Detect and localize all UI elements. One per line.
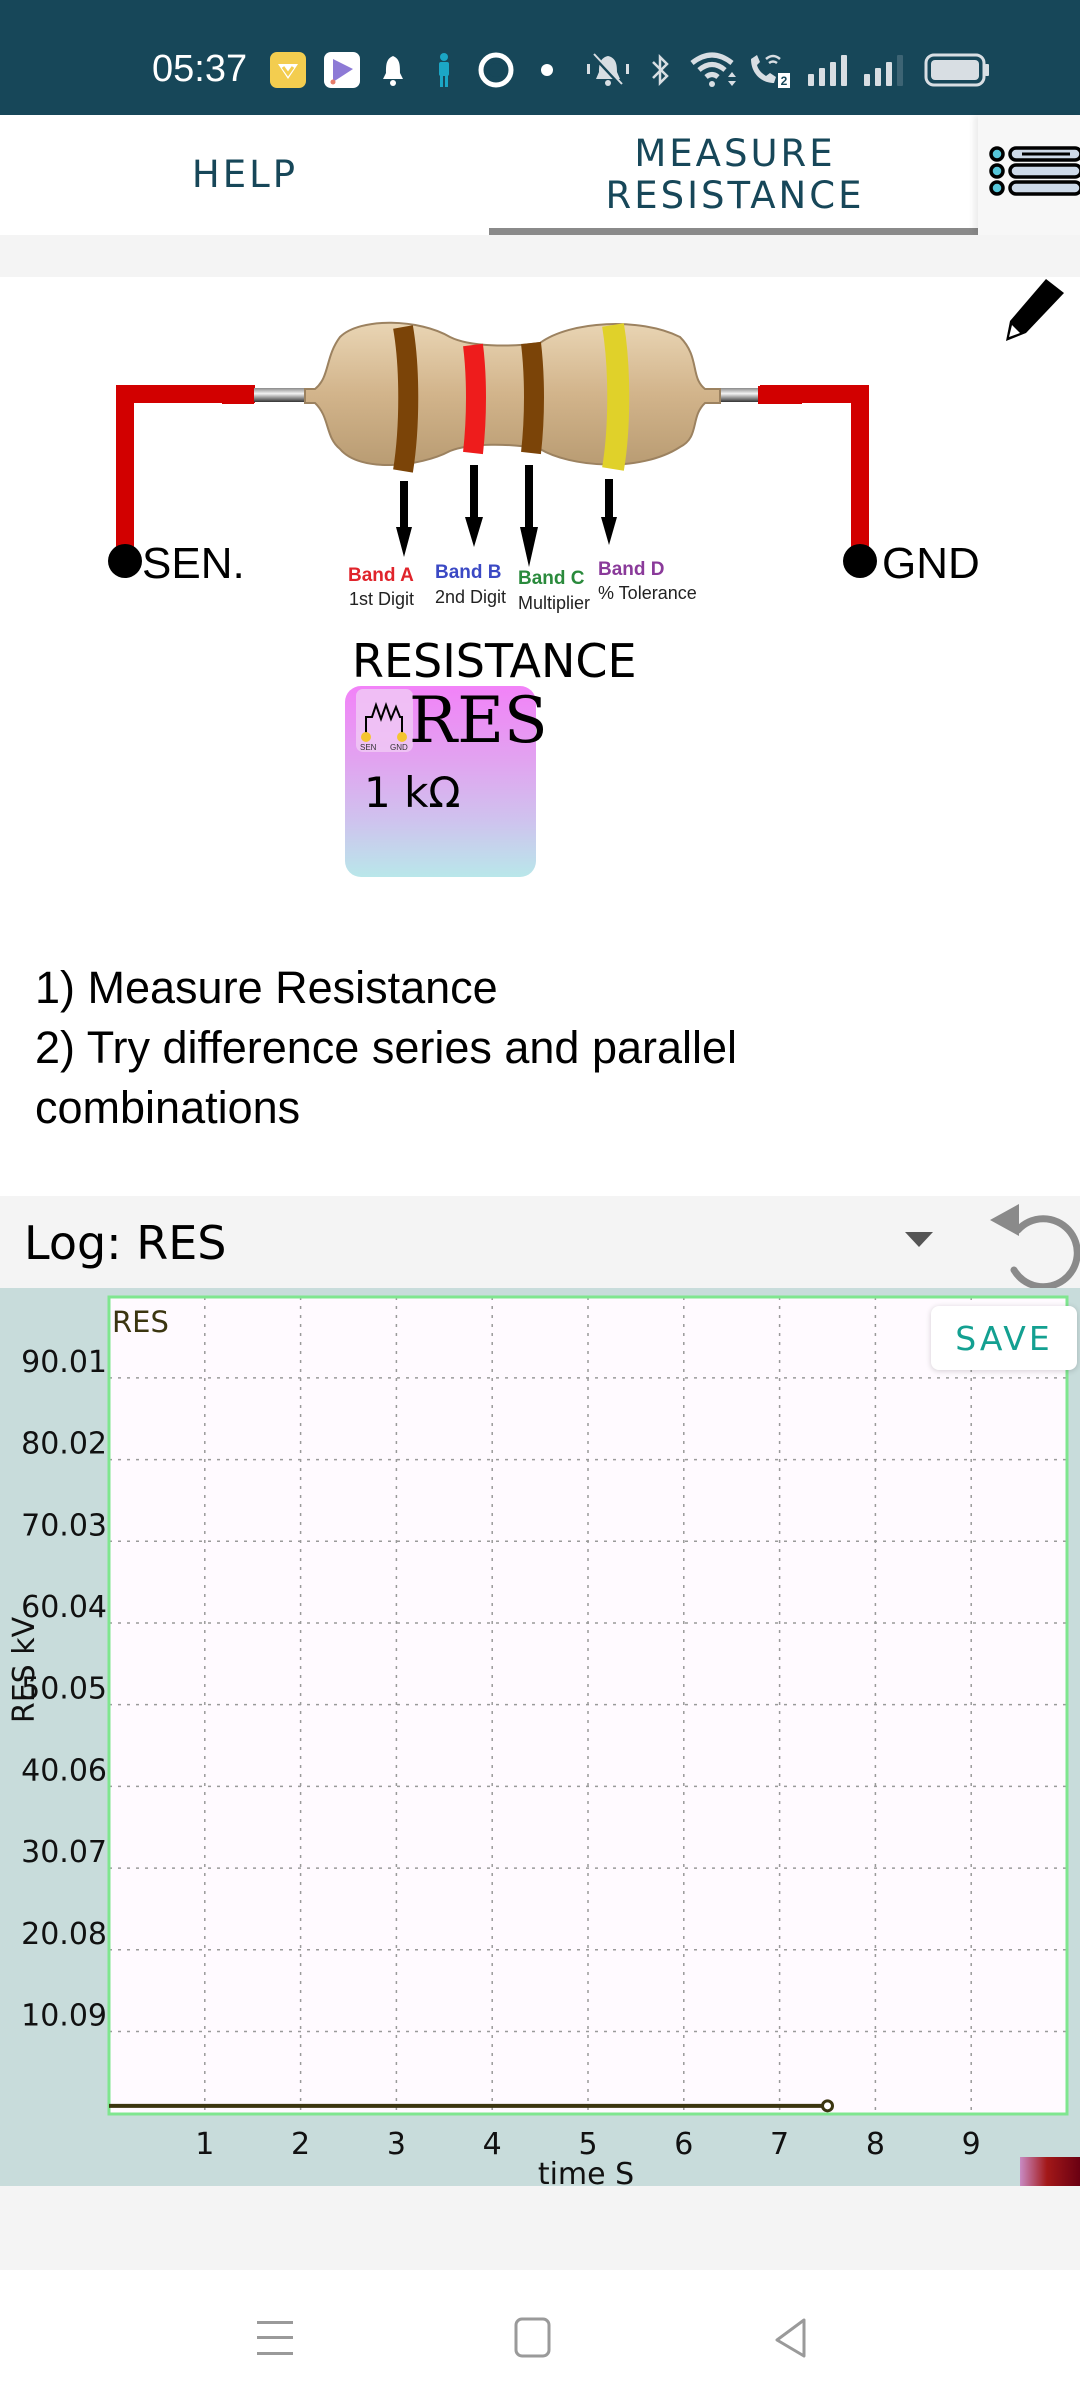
log-selector-label: Log: RES: [24, 1216, 227, 1270]
x-tick-label: 3: [387, 2127, 406, 2162]
y-tick-label: 10.09: [21, 1998, 107, 2033]
battery-icon: [924, 52, 990, 88]
y-tick-label: 80.02: [21, 1427, 107, 1462]
svg-text:SEN: SEN: [360, 743, 377, 752]
chart-panel: 1 2 3 4 5 6 7 8 9 10.09 20.08 30.07 40.06 50.05 60.04 7…: [0, 1288, 1080, 2186]
svg-text:GND: GND: [390, 743, 408, 752]
status-time: 05:37: [152, 48, 248, 90]
x-tick-label: 9: [962, 2127, 981, 2162]
home-icon: [514, 2317, 551, 2358]
vibrate-mute-icon: [584, 52, 632, 88]
bell-icon: [380, 52, 406, 88]
instructions: 1) Measure Resistance 2) Try difference …: [35, 958, 1035, 1138]
sensor-name: RES: [409, 684, 548, 758]
gnd-terminal-label: GND: [882, 539, 980, 588]
x-tick-label: 7: [770, 2127, 789, 2162]
band-c-title: Band C: [518, 568, 585, 589]
app-notification-v-icon: [270, 52, 306, 88]
x-tick-label: 6: [674, 2127, 693, 2162]
back-icon: [775, 2318, 806, 2358]
band-d-title: Band D: [598, 559, 665, 580]
instruction-item: 2) Try difference series and parallel co…: [35, 1022, 738, 1133]
resistor-body: [304, 321, 721, 466]
x-tick-label: 4: [483, 2127, 502, 2162]
y-tick-label: 70.03: [21, 1508, 107, 1543]
save-button[interactable]: SAVE: [931, 1306, 1077, 1370]
tab-measure-label-line1: MEASURE: [634, 132, 836, 175]
recent-apps-button[interactable]: [235, 2298, 315, 2378]
refresh-button[interactable]: [988, 1194, 1080, 1291]
right-wire: [760, 385, 869, 565]
bluetooth-icon: [648, 52, 672, 88]
band-a: [393, 325, 419, 473]
band-b-title: Band B: [435, 562, 502, 583]
tab-help[interactable]: HELP: [0, 115, 490, 235]
tab-measure-resistance[interactable]: MEASURE RESISTANCE: [490, 115, 980, 235]
app-notification-kite-icon: [324, 52, 360, 88]
band-d: [602, 323, 630, 471]
band-a-subtitle: 1st Digit: [349, 589, 415, 609]
person-icon: [434, 52, 454, 88]
instruction-item: 1) Measure Resistance: [35, 962, 498, 1013]
series-color-swatch[interactable]: [1020, 2157, 1080, 2186]
status-bar: 05:37 2: [0, 0, 1080, 115]
x-axis-label: time S: [538, 2157, 634, 2186]
band-a-title: Band A: [348, 565, 414, 586]
gnd-terminal-dot: [843, 544, 877, 578]
tab-bar: HELP MEASURE RESISTANCE: [0, 115, 1080, 235]
tab-help-label: HELP: [191, 153, 299, 196]
y-tick-label: 30.07: [21, 1835, 107, 1870]
selected-tab-indicator: [489, 228, 978, 235]
y-axis-label: RES kV: [7, 1616, 42, 1723]
band-c-subtitle: Multiplier: [518, 593, 591, 613]
sensor-value: 1 kΩ: [364, 768, 461, 817]
y-tick-label: 20.08: [21, 1917, 107, 1952]
back-button[interactable]: [751, 2298, 831, 2378]
band-b: [463, 343, 486, 455]
wifi-icon: [690, 52, 738, 88]
series-point: [821, 2099, 834, 2113]
log-selector[interactable]: Log: RES: [0, 1196, 1080, 1288]
signal-sim2-icon: [862, 52, 906, 88]
recent-apps-icon: [257, 2321, 293, 2355]
x-tick-label: 1: [195, 2127, 214, 2162]
legend-label: RES: [112, 1305, 169, 1339]
menu-button[interactable]: [978, 115, 1080, 235]
band-b-subtitle: 2nd Digit: [435, 587, 507, 607]
ring-app-icon: [478, 52, 514, 88]
sen-terminal-dot: [108, 544, 142, 578]
home-button[interactable]: [493, 2298, 573, 2378]
list-menu-icon: [989, 146, 1080, 196]
refresh-icon: [990, 1204, 1080, 1291]
tab-content-divider: [0, 235, 1080, 277]
chevron-down-icon[interactable]: [905, 1232, 933, 1247]
sensor-card[interactable]: SEN GND RES 1 kΩ: [345, 684, 548, 877]
x-tick-label: 2: [291, 2127, 310, 2162]
chart[interactable]: 1 2 3 4 5 6 7 8 910.0920.0830.0740.0650.0560.047…: [0, 1288, 1080, 2186]
resistor-sensor-icon: SEN GND: [356, 689, 413, 752]
y-tick-label: 40.06: [21, 1753, 107, 1788]
band-d-subtitle: % Tolerance: [598, 583, 697, 603]
sensor-title: RESISTANCE: [352, 634, 637, 688]
bottom-spacer: [0, 2186, 1080, 2270]
dot-icon: [540, 52, 554, 88]
x-tick-label: 8: [866, 2127, 885, 2162]
resistor-diagram: SEN. GND Band A 1st Digit Band B 2nd Dig…: [0, 277, 1080, 877]
band-c: [521, 341, 544, 455]
tab-measure-label-line2: RESISTANCE: [605, 174, 865, 217]
svg-text:2: 2: [781, 74, 788, 88]
navigation-bar: [0, 2270, 1080, 2400]
sen-terminal-label: SEN.: [142, 539, 245, 588]
y-tick-label: 90.01: [21, 1345, 107, 1380]
wifi-calling-icon: 2: [746, 52, 792, 88]
signal-sim1-icon: [806, 52, 850, 88]
